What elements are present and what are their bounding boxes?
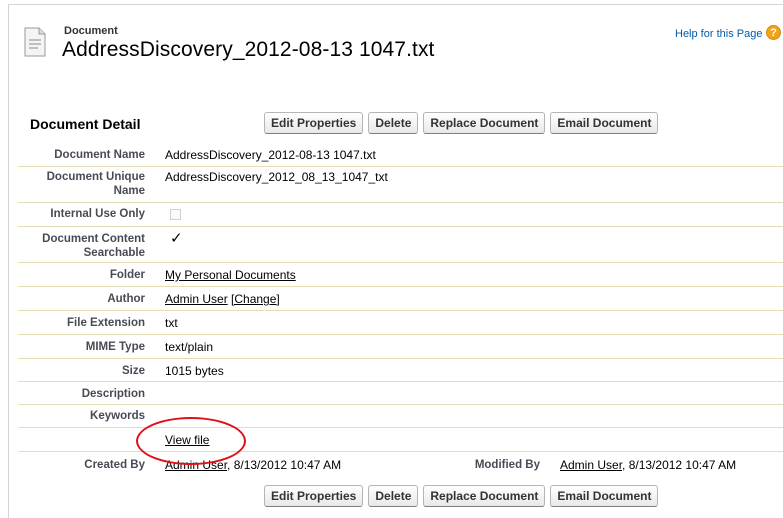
row-document-name: Document Name AddressDiscovery_2012-08-1… xyxy=(18,143,783,167)
content-searchable-label-line1: Document Content xyxy=(42,233,145,245)
checkmark-icon: ✓ xyxy=(170,230,183,247)
modified-by-user-link[interactable]: Admin User xyxy=(560,458,622,472)
internal-use-checkbox xyxy=(170,209,181,220)
row-mime-type: MIME Type text/plain xyxy=(18,334,783,359)
folder-label: Folder xyxy=(109,269,145,281)
bottom-button-bar: Edit Properties Delete Replace Document … xyxy=(264,485,659,507)
created-by-timestamp: , 8/13/2012 10:47 AM xyxy=(227,458,342,472)
document-name-value: AddressDiscovery_2012-08-13 1047.txt xyxy=(165,148,376,162)
top-button-bar: Edit Properties Delete Replace Document … xyxy=(264,112,659,134)
created-by-label: Created By xyxy=(84,459,145,471)
modified-by-timestamp: , 8/13/2012 10:47 AM xyxy=(622,458,737,472)
row-folder: Folder My Personal Documents xyxy=(18,262,783,287)
file-extension-label: File Extension xyxy=(67,317,145,329)
author-label: Author xyxy=(107,293,145,305)
author-link[interactable]: Admin User xyxy=(165,292,228,306)
row-content-searchable: Document Content Searchable ✓ xyxy=(18,226,783,263)
help-link[interactable]: Help for this Page xyxy=(675,28,762,40)
row-internal-use: Internal Use Only xyxy=(18,202,783,227)
delete-button[interactable]: Delete xyxy=(368,112,419,134)
internal-use-label: Internal Use Only xyxy=(50,208,145,220)
page-type-label: Document xyxy=(64,25,118,37)
mime-type-label: MIME Type xyxy=(85,341,145,353)
row-unique-name: Document Unique Name AddressDiscovery_20… xyxy=(18,166,783,203)
document-name-label: Document Name xyxy=(54,149,145,161)
row-file-extension: File Extension txt xyxy=(18,310,783,335)
change-author-link[interactable]: [Change] xyxy=(231,292,280,306)
unique-name-label: Document Unique Name xyxy=(18,170,145,198)
email-document-button[interactable]: Email Document xyxy=(550,112,659,134)
size-label: Size xyxy=(121,365,145,377)
size-value: 1015 bytes xyxy=(165,364,224,378)
annotation-circle xyxy=(136,417,246,465)
unique-name-value: AddressDiscovery_2012_08_13_1047_txt xyxy=(165,170,388,184)
modified-by-label: Modified By xyxy=(474,459,540,471)
content-searchable-label: Document Content Searchable xyxy=(18,232,145,260)
row-created-modified: Created By Admin User, 8/13/2012 10:47 A… xyxy=(18,451,783,479)
row-size: Size 1015 bytes xyxy=(18,358,783,382)
unique-name-label-line2: Name xyxy=(113,185,145,197)
delete-button-bottom[interactable]: Delete xyxy=(368,485,419,507)
keywords-label: Keywords xyxy=(90,410,145,422)
file-extension-value: txt xyxy=(165,316,178,330)
email-document-button-bottom[interactable]: Email Document xyxy=(550,485,659,507)
replace-document-button-bottom[interactable]: Replace Document xyxy=(423,485,546,507)
folder-link[interactable]: My Personal Documents xyxy=(165,268,296,282)
content-searchable-label-line2: Searchable xyxy=(83,247,145,259)
description-label: Description xyxy=(81,388,145,400)
row-description: Description xyxy=(18,381,783,405)
mime-type-value: text/plain xyxy=(165,340,214,354)
edit-properties-button-bottom[interactable]: Edit Properties xyxy=(264,485,364,507)
document-icon xyxy=(24,27,46,57)
unique-name-label-line1: Document Unique xyxy=(46,171,145,183)
edit-properties-button[interactable]: Edit Properties xyxy=(264,112,364,134)
page-title: AddressDiscovery_2012-08-13 1047.txt xyxy=(62,38,435,61)
section-title: Document Detail xyxy=(30,116,141,132)
replace-document-button[interactable]: Replace Document xyxy=(423,112,546,134)
row-keywords: Keywords xyxy=(18,404,783,428)
row-view-file: View file xyxy=(18,427,783,452)
row-author: Author Admin User [Change] xyxy=(18,286,783,311)
help-icon[interactable]: ? xyxy=(766,25,781,40)
